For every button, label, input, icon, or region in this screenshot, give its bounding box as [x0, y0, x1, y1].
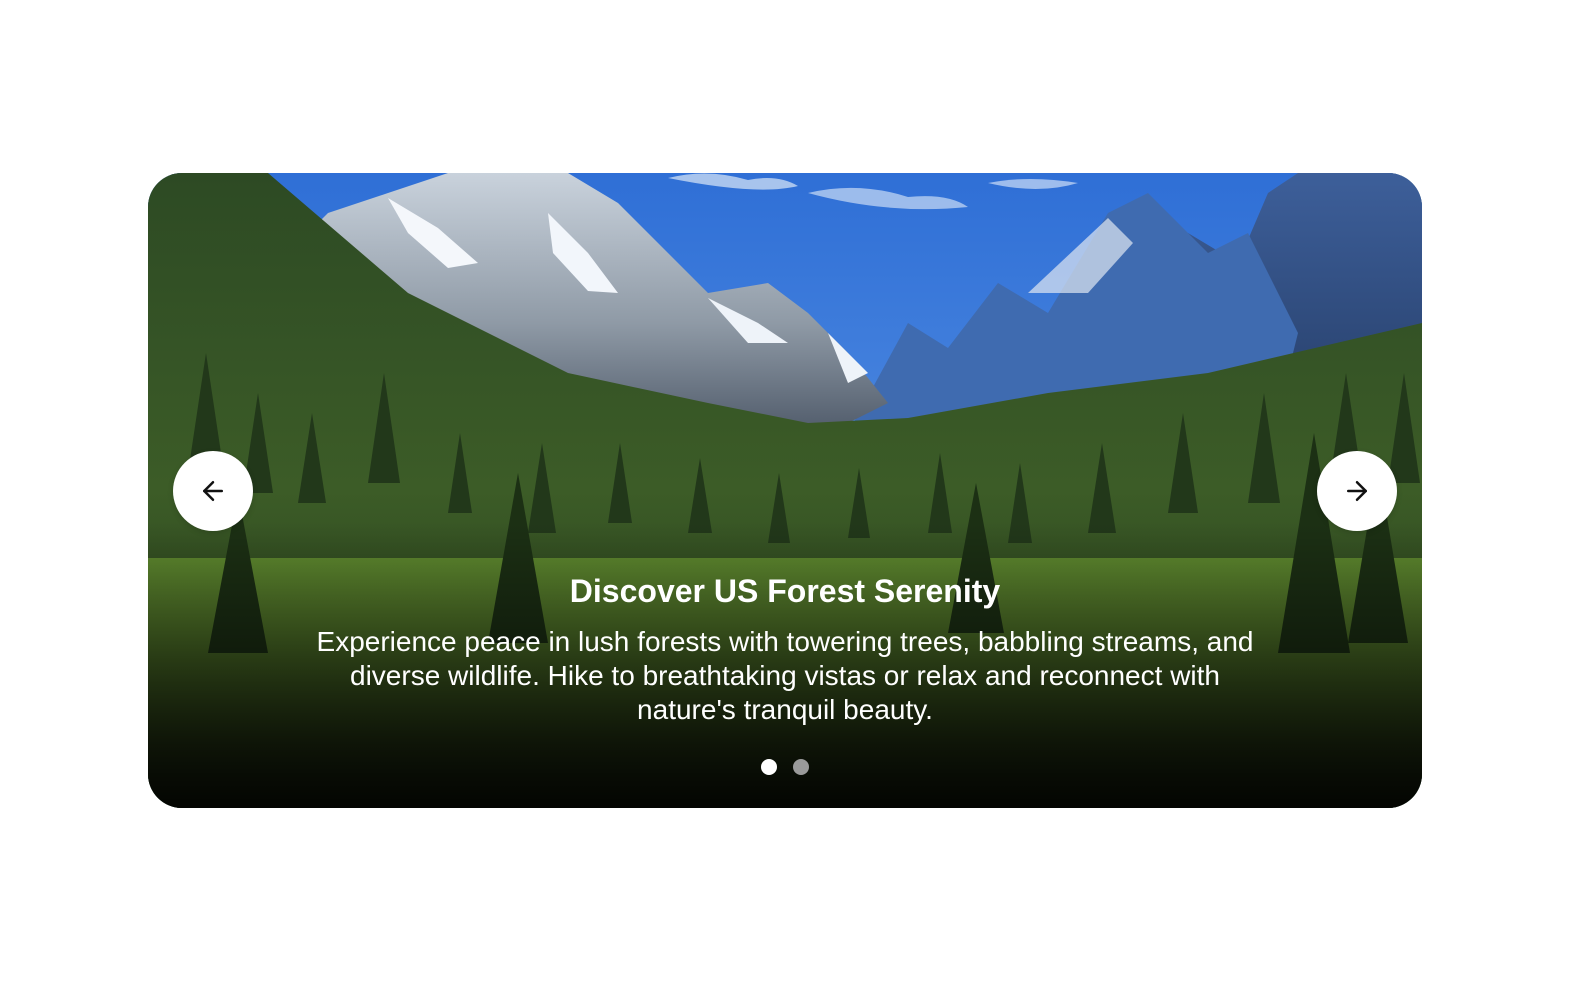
arrow-left-icon	[203, 481, 223, 501]
slide-description: Experience peace in lush forests with to…	[316, 626, 1254, 725]
slide-caption: Discover US Forest Serenity Experience p…	[148, 571, 1422, 727]
arrow-right-icon	[1347, 481, 1367, 501]
pagination-dot-1[interactable]	[761, 759, 777, 775]
next-slide-button[interactable]	[1317, 451, 1397, 531]
previous-slide-button[interactable]	[173, 451, 253, 531]
slide-title: Discover US Forest Serenity	[569, 573, 1001, 609]
pagination-dot-2[interactable]	[793, 759, 809, 775]
carousel-pagination	[148, 759, 1422, 775]
image-carousel: Discover US Forest Serenity Experience p…	[148, 173, 1422, 808]
